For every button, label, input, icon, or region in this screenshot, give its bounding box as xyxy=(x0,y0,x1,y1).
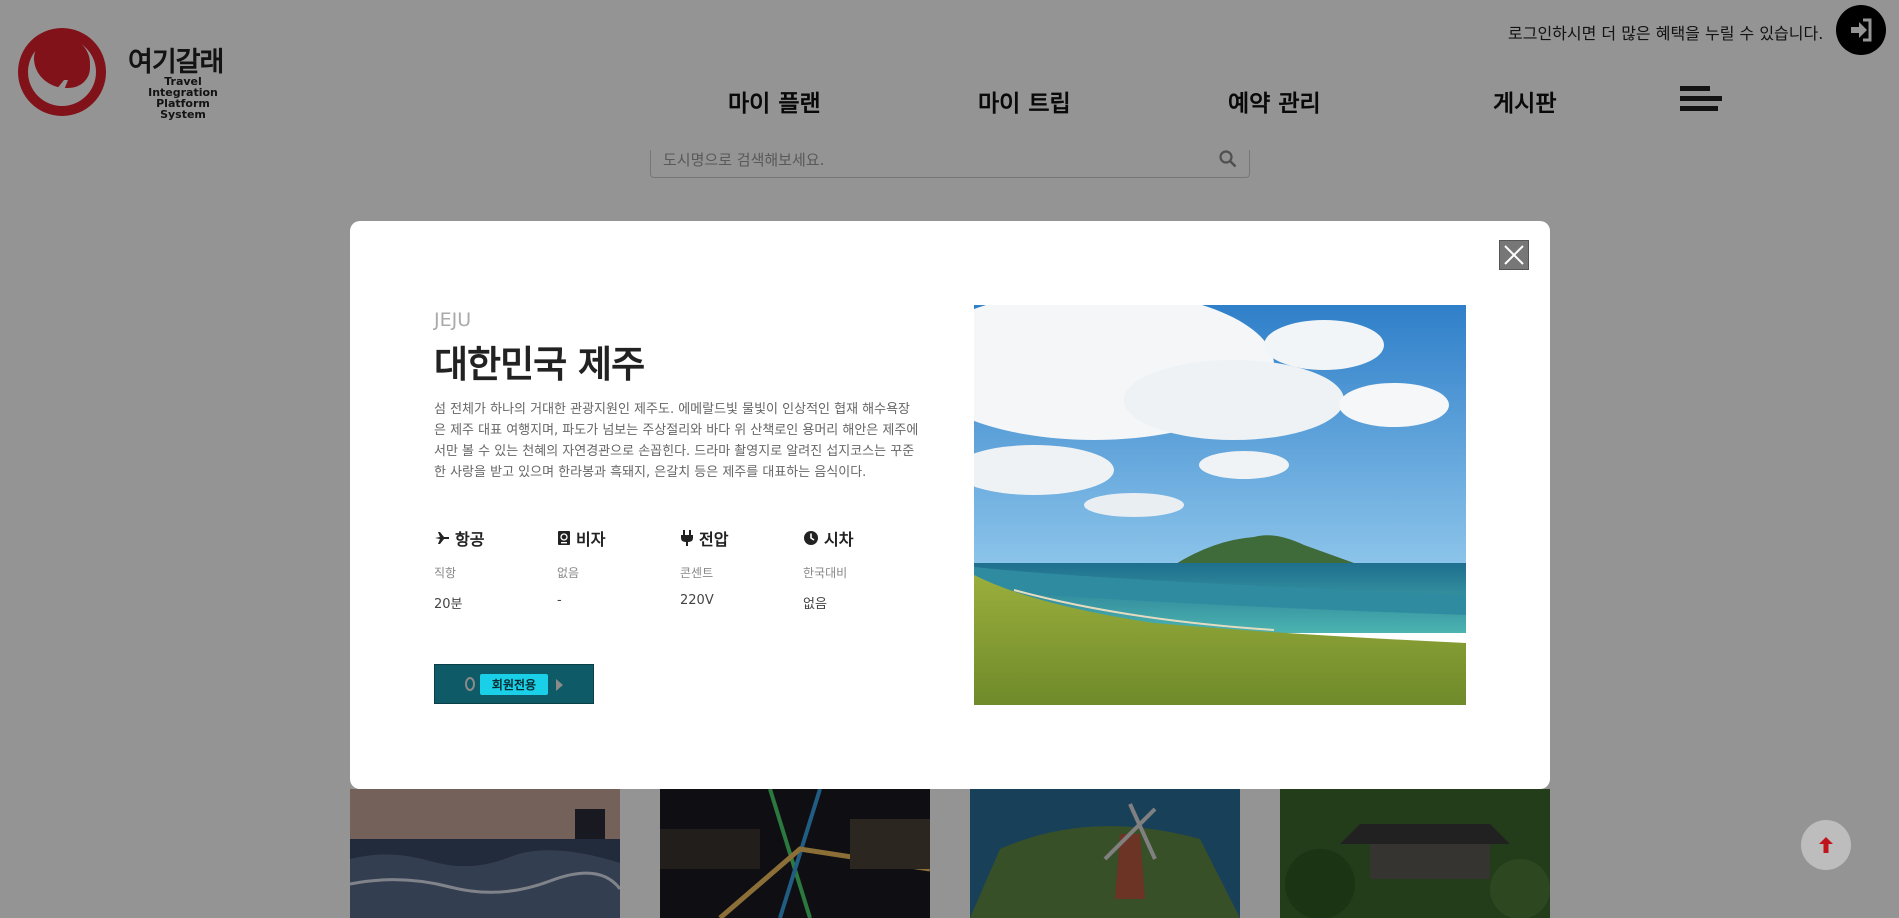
info-time-difference: 시차 한국대비 없음 xyxy=(803,530,854,612)
plug-icon xyxy=(681,530,693,546)
city-detail-modal: JEJU 대한민국 제주 섬 전체가 하나의 거대한 관광지원인 제주도. 에메… xyxy=(350,221,1550,789)
arrow-up-icon xyxy=(1819,837,1833,853)
city-description: 섬 전체가 하나의 거대한 관광지원인 제주도. 에메랄드빛 물빛이 인상적인 … xyxy=(434,402,919,480)
close-icon xyxy=(1504,245,1524,265)
info-voltage: 전압 콘센트 220V xyxy=(680,530,729,608)
info-visa: 비자 없음 - xyxy=(557,530,606,608)
city-name: 대한민국 제주 xyxy=(434,343,645,386)
scroll-top-button[interactable] xyxy=(1801,820,1851,870)
members-only-label: 회원전용 xyxy=(479,673,549,695)
members-only-button[interactable]: 회원전용 xyxy=(434,664,594,704)
close-button[interactable] xyxy=(1499,240,1529,270)
city-code: JEJU xyxy=(434,309,472,331)
chevron-right-icon xyxy=(556,679,563,691)
passport-icon xyxy=(558,531,570,545)
airplane-icon xyxy=(435,532,449,544)
city-photo xyxy=(974,305,1466,705)
key-icon xyxy=(465,677,475,691)
info-flight: 항공 직항 20분 xyxy=(434,530,485,612)
clock-icon xyxy=(804,531,818,545)
